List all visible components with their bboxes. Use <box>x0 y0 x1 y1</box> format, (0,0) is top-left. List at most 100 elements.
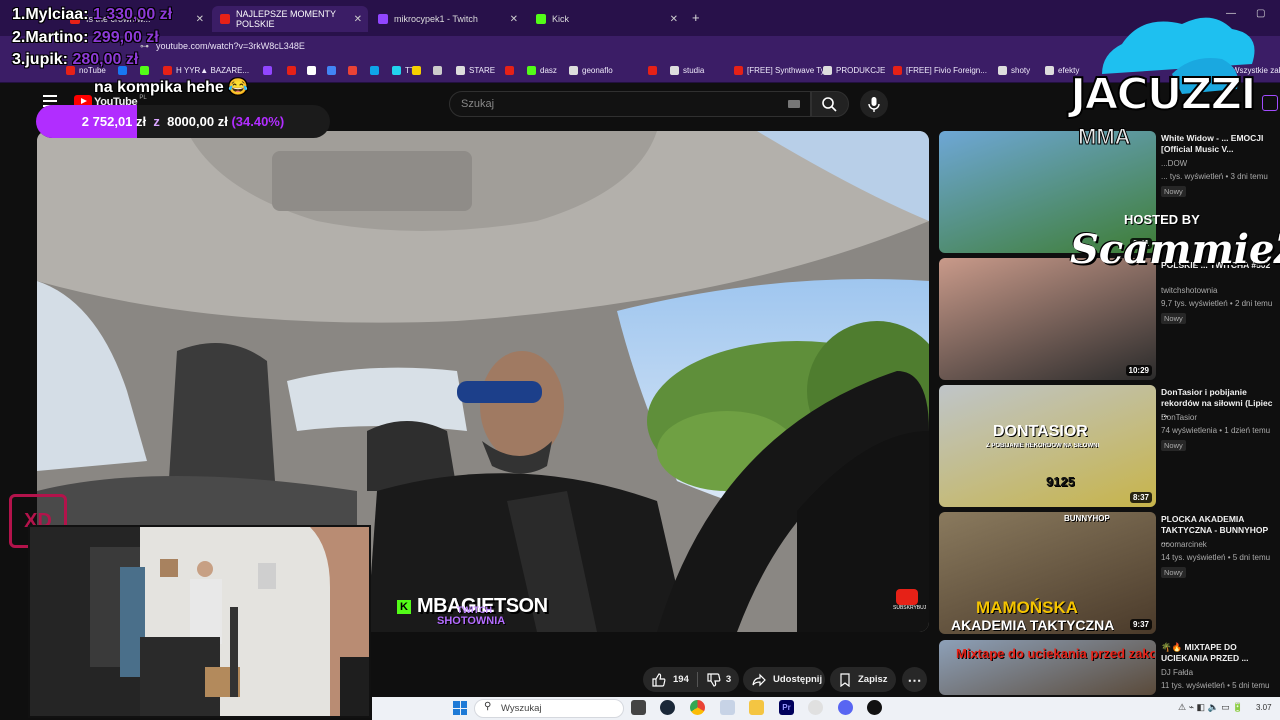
bookmark-icon <box>348 66 357 75</box>
video-thumbnail[interactable]: 10:29 <box>939 258 1156 380</box>
taskbar-search[interactable] <box>474 699 624 718</box>
leaderboard-entry-2: 2.Martino: 299,00 zł <box>12 29 159 46</box>
youtube-icon <box>896 589 918 605</box>
search-icon <box>822 97 837 112</box>
bookmark-item[interactable]: studia <box>670 66 704 75</box>
host-name: ScammieZ <box>1070 226 1280 273</box>
windows-start-icon[interactable] <box>453 701 467 715</box>
task-view-icon[interactable] <box>631 700 646 715</box>
channel-name[interactable]: DJ Fałda <box>1161 668 1193 677</box>
tab-3[interactable]: mikrocypek1 - Twitch ✕ <box>370 6 524 32</box>
kick-icon: K <box>397 599 411 614</box>
like-button[interactable]: 194 <box>651 672 689 687</box>
keyboard-icon[interactable] <box>788 100 800 108</box>
obs-icon[interactable] <box>867 700 882 715</box>
thumbs-up-icon <box>652 672 666 687</box>
donation-goal-bar: 2 752,01 zł z 8000,00 zł (34.40%) <box>36 105 330 138</box>
file-explorer-icon[interactable] <box>749 700 764 715</box>
tab-2-active[interactable]: NAJLEPSZE MOMENTY POLSKIE ✕ <box>212 6 368 32</box>
close-icon[interactable]: ✕ <box>196 14 204 25</box>
duration-badge: 8:37 <box>1129 492 1152 503</box>
app-icon-2[interactable] <box>808 700 823 715</box>
close-icon[interactable]: ✕ <box>670 14 678 25</box>
bookmark-item[interactable]: H YYR▲ BAZARE... <box>163 66 249 75</box>
bookmark-item[interactable] <box>348 66 361 75</box>
bookmark-item[interactable] <box>648 66 661 75</box>
donation-message: na kompika hehe 😂 <box>94 79 249 96</box>
tray-icons[interactable]: ⚠ ⌁ ◧ 🔈 ▭ 🔋 <box>1178 702 1243 713</box>
video-meta: 11 tys. wyświetleń • 5 dni temu <box>1161 681 1270 690</box>
bookmark-icon <box>370 66 379 75</box>
microphone-icon <box>868 97 880 112</box>
search-button[interactable] <box>811 91 849 117</box>
new-tab-button[interactable]: + <box>692 10 700 25</box>
bookmark-icon <box>287 66 296 75</box>
url-field[interactable]: youtube.com/watch?v=3rkW8cL348E <box>156 41 305 51</box>
video-meta: 9,7 tys. wyświetleń • 2 dni temu <box>1161 299 1273 308</box>
bookmark-item[interactable]: [FREE] Fivio Foreign... <box>893 66 987 75</box>
bookmark-item[interactable]: [FREE] Synthwave Ty... <box>734 66 831 75</box>
bookmark-item[interactable] <box>412 66 425 75</box>
video-title[interactable]: 🌴🔥 MIXTAPE DO UCIEKANIA PRZED ... <box>1161 642 1276 664</box>
close-icon[interactable]: ✕ <box>354 14 362 25</box>
thumbs-down-icon <box>707 672 721 687</box>
bookmark-item[interactable] <box>307 66 320 75</box>
bookmark-item[interactable] <box>140 66 153 75</box>
tab-label: NAJLEPSZE MOMENTY POLSKIE <box>236 9 336 29</box>
clock[interactable]: 3.07 <box>1256 703 1272 712</box>
hosted-by-label: HOSTED BY <box>1124 212 1200 227</box>
bookmark-icon <box>412 66 421 75</box>
channel-name[interactable]: ooomarcinek <box>1161 540 1207 549</box>
goal-text: 2 752,01 zł z 8000,00 zł (34.40%) <box>81 114 285 129</box>
steam-icon[interactable] <box>660 700 675 715</box>
tab-4[interactable]: Kick ✕ <box>528 6 684 32</box>
discord-icon[interactable] <box>838 700 853 715</box>
jacuzzi-mma-logo: JACUZZI MMA <box>1062 14 1272 154</box>
channel-name[interactable]: twitchshotownia <box>1161 286 1217 295</box>
more-actions-button[interactable]: ⋯ <box>902 667 927 692</box>
bookmark-item[interactable] <box>505 66 518 75</box>
bookmark-item[interactable]: dasz <box>527 66 557 75</box>
bookmark-icon <box>527 66 536 75</box>
bookmark-item[interactable] <box>327 66 340 75</box>
bookmark-icon <box>893 66 902 75</box>
bookmark-icon <box>307 66 316 75</box>
bookmark-icon <box>1045 66 1054 75</box>
video-meta: 14 tys. wyświetleń • 5 dni temu <box>1161 553 1271 562</box>
bookmark-item[interactable]: STARE <box>456 66 495 75</box>
save-button[interactable]: Zapisz <box>830 667 896 692</box>
bookmark-icon <box>456 66 465 75</box>
channel-name[interactable]: DonTasior <box>1161 413 1197 422</box>
divider <box>696 672 698 687</box>
bookmark-icon <box>670 66 679 75</box>
chrome-icon[interactable] <box>690 700 705 715</box>
bookmark-item[interactable]: shoty <box>998 66 1030 75</box>
thumbnail-text: BUNNYHOP <box>1064 514 1110 523</box>
bookmark-icon <box>823 66 832 75</box>
bookmark-icon <box>163 66 172 75</box>
new-badge: Nowy <box>1161 567 1186 578</box>
bookmark-item[interactable] <box>263 66 276 75</box>
like-dislike-group: 194 3 <box>643 667 739 692</box>
share-button[interactable]: Udostępnij <box>743 667 825 692</box>
tab-label: Kick <box>552 14 570 24</box>
search-icon: ⚲ <box>484 701 492 712</box>
dislike-button[interactable]: 3 <box>706 672 731 687</box>
subscribe-watermark[interactable]: SUBSKRYBUJ <box>893 589 926 617</box>
bookmark-item[interactable]: PRODUKCJE <box>823 66 885 75</box>
premiere-pro-icon[interactable]: Pr <box>779 700 794 715</box>
search-input[interactable] <box>449 91 811 117</box>
voice-search-button[interactable] <box>860 90 888 118</box>
bookmark-item[interactable] <box>370 66 383 75</box>
bookmark-item[interactable] <box>433 66 446 75</box>
bookmark-item[interactable] <box>287 66 300 75</box>
bookmark-item[interactable]: geonaflo <box>569 66 613 75</box>
thumbnail-text: MAMOŃSKA <box>976 598 1078 617</box>
bookmark-icon <box>998 66 1007 75</box>
webcam-frame <box>30 527 369 716</box>
app-icon[interactable] <box>720 700 735 715</box>
kick-icon <box>536 14 546 24</box>
close-icon[interactable]: ✕ <box>510 14 518 25</box>
channel-name[interactable]: ...DOW <box>1161 159 1187 168</box>
twitch-icon <box>378 14 388 24</box>
